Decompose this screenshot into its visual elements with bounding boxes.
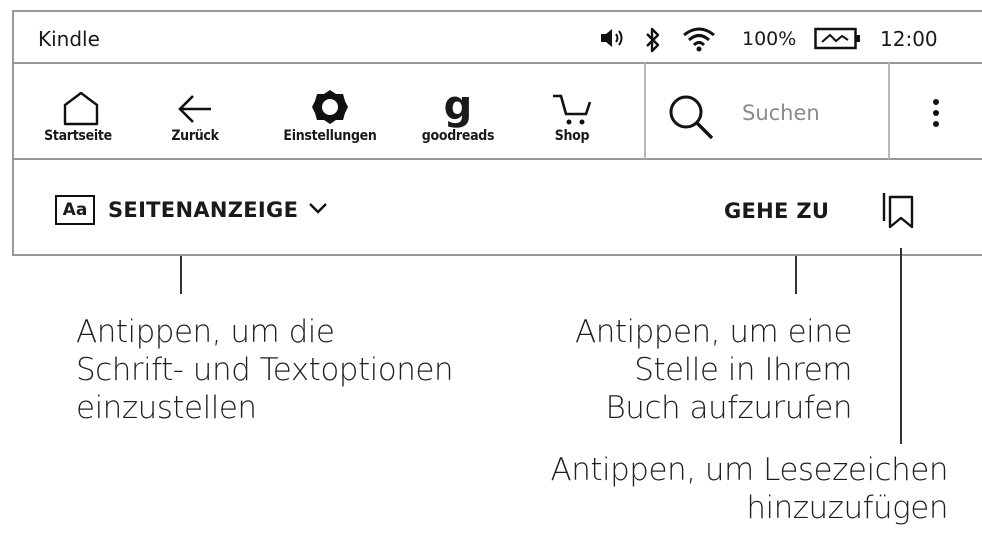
settings-button[interactable]: Einstellungen [264, 84, 396, 144]
annotation-font-options: Antippen, um die Schrift- und Textoption… [76, 313, 454, 427]
annotation-line: Antippen, um Lesezeichen [550, 452, 949, 488]
bookmark-icon[interactable] [882, 191, 916, 233]
goodreads-button[interactable]: g goodreads [408, 84, 508, 144]
home-button[interactable]: Startseite [36, 84, 126, 144]
back-label: Zurück [171, 128, 219, 144]
search-icon [666, 92, 716, 144]
bluetooth-icon [644, 26, 662, 58]
vertical-dots-icon [933, 99, 939, 127]
shop-label: Shop [554, 128, 590, 144]
search-divider-right [888, 63, 890, 159]
volume-icon [598, 26, 628, 54]
wifi-icon [682, 26, 716, 56]
annotation-line: Buch aufzurufen [605, 390, 853, 426]
annotation-line: Antippen, um eine [574, 314, 853, 350]
home-label: Startseite [44, 128, 112, 144]
battery-charging-icon [814, 27, 862, 55]
search-divider-left [644, 63, 646, 159]
annotation-goto: Antippen, um eine Stelle in Ihrem Buch a… [574, 313, 853, 427]
toolbar-divider [12, 158, 982, 160]
annotation-line: Stelle in Ihrem [634, 352, 852, 388]
annotation-bookmark: Antippen, um Lesezeichen hinzuzufügen [551, 451, 949, 527]
annotation-line: Schrift- und Textoptionen [76, 352, 454, 388]
back-button[interactable]: Zurück [150, 84, 240, 144]
goto-button[interactable]: GEHE ZU [724, 199, 829, 223]
home-icon [36, 84, 126, 126]
clock: 12:00 [880, 27, 938, 51]
shop-button[interactable]: Shop [532, 84, 612, 144]
app-title: Kindle [38, 27, 100, 51]
shopping-cart-icon [532, 84, 612, 126]
annotation-line: einzustellen [76, 390, 257, 426]
settings-label: Einstellungen [283, 128, 377, 144]
goodreads-label: goodreads [421, 128, 495, 144]
page-display-button[interactable]: Aa SEITENANZEIGE [55, 193, 328, 227]
annotation-line: Antippen, um die [76, 314, 335, 350]
search-placeholder: Suchen [742, 101, 820, 125]
leader-line-goto [795, 256, 797, 294]
chevron-down-icon [308, 200, 328, 219]
font-aa-icon: Aa [55, 195, 95, 225]
battery-percent: 100% [742, 28, 797, 50]
gear-icon [264, 84, 396, 126]
leader-line-font [180, 256, 182, 294]
page-display-label: SEITENANZEIGE [108, 198, 299, 222]
leader-line-bookmark [900, 248, 902, 444]
status-divider [12, 62, 982, 64]
more-menu-button[interactable] [926, 96, 946, 132]
search-field[interactable]: Suchen [660, 90, 880, 146]
back-arrow-icon [150, 84, 240, 126]
goodreads-icon: g [443, 83, 473, 129]
annotation-line: hinzuzufügen [746, 490, 948, 526]
